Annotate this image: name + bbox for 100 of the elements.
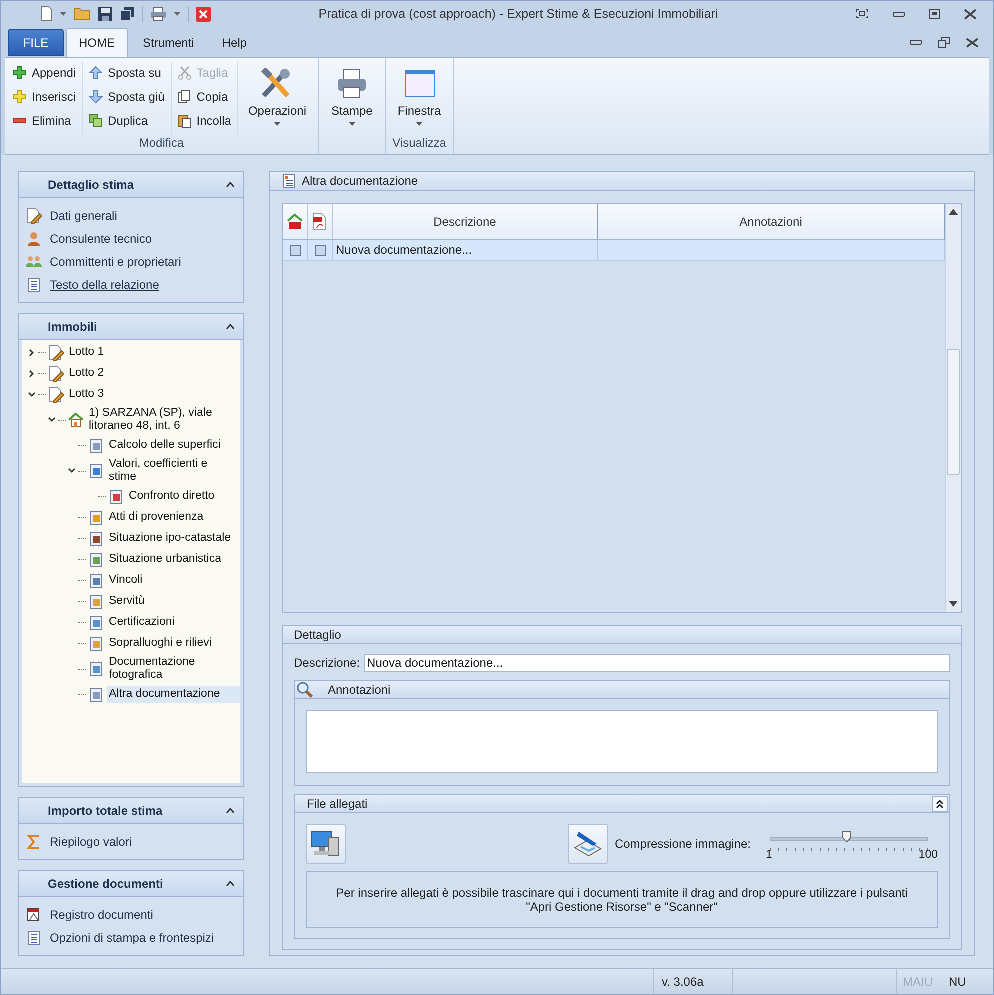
ribbon-button[interactable]: Sposta su (87, 62, 167, 84)
save-all-icon[interactable] (120, 6, 135, 22)
panel-title: Dettaglio (294, 628, 342, 642)
file-tab[interactable]: FILE (8, 29, 64, 56)
expander-chevron-icon[interactable] (48, 416, 56, 424)
expander-chevron-icon[interactable] (68, 467, 76, 475)
drop-zone[interactable]: Per inserire allegati è possibile trascinare qui i documenti tramite il drag and drop oppure utilizzare i pulsanti "Apri Gestione Risorse" e "Scanner" (306, 871, 938, 928)
tree-item[interactable]: Calcolo delle superfici (107, 437, 240, 454)
document-icon (88, 438, 104, 454)
tree-item[interactable]: Documentazione fotografica (107, 654, 240, 684)
person-icon (26, 231, 42, 247)
collapse-chevron-icon[interactable] (226, 880, 235, 886)
nav-link[interactable]: Riepilogo valori (26, 833, 132, 851)
expander-chevron-icon[interactable] (28, 348, 36, 356)
collapse-chevron-icon[interactable] (226, 808, 235, 814)
slider-min-label: 1 (766, 848, 772, 860)
printer-icon (336, 68, 368, 100)
tree-item[interactable]: 1) SARZANA (SP), viale litoraneo 48, int. 6 (87, 405, 240, 435)
pencil-document-icon (48, 366, 64, 382)
expander-chevron-icon[interactable] (28, 370, 36, 378)
document-icon (88, 510, 104, 526)
collapse-chevron-icon[interactable] (932, 796, 948, 812)
slider-max-label: 100 (918, 848, 938, 860)
ribbon-button[interactable]: Sposta giù (87, 86, 167, 108)
dropdown-caret-icon[interactable] (174, 12, 181, 16)
ribbon-large-button[interactable]: Operazioni (242, 62, 312, 136)
document-icon (88, 572, 104, 588)
tree-item[interactable]: Sopralluoghi e rilievi (107, 635, 240, 652)
scanner-button[interactable] (568, 824, 608, 864)
tree-item[interactable]: Atti di provenienza (107, 509, 240, 526)
dropdown-caret-icon (416, 122, 424, 126)
ribbon-large-button[interactable]: Stampe (325, 62, 379, 136)
tree-item[interactable]: Certificazioni (107, 614, 240, 631)
pdf-file-icon (312, 212, 328, 230)
window-icon (404, 68, 436, 100)
save-icon[interactable] (98, 6, 113, 22)
document-icon (88, 686, 104, 702)
close-icon[interactable] (196, 6, 211, 22)
minimize-icon[interactable] (910, 40, 922, 45)
pencil-icon (26, 208, 42, 224)
tree-item[interactable]: Valori, coefficienti e stime (107, 456, 240, 486)
tree-item[interactable]: Confronto diretto (127, 488, 240, 505)
nav-link[interactable]: Testo della relazione (26, 276, 160, 294)
nav-link[interactable]: Consulente tecnico (26, 230, 152, 248)
computer-button[interactable] (306, 824, 346, 864)
ribbon-button[interactable]: Inserisci (11, 86, 78, 108)
fullscreen-icon[interactable] (856, 9, 869, 19)
tree-item[interactable]: Servitù (107, 593, 240, 610)
new-document-icon[interactable] (41, 6, 53, 22)
nav-link[interactable]: Registro documenti (26, 906, 154, 924)
ribbon-button[interactable]: Elimina (11, 110, 78, 132)
maximize-icon[interactable] (929, 9, 940, 19)
ribbon-button[interactable]: Copia (176, 86, 234, 108)
slider-thumb[interactable] (842, 830, 852, 842)
panel-title: Importo totale stima (48, 804, 163, 818)
tree-item[interactable]: Vincoli (107, 572, 240, 589)
panel-title: Gestione documenti (48, 876, 164, 890)
collapse-chevron-icon[interactable] (226, 324, 235, 330)
panel-title: Dettaglio stima (48, 178, 134, 192)
dropdown-caret-icon (274, 122, 281, 126)
tree-item[interactable]: Situazione urbanistica (107, 551, 240, 568)
minimize-icon[interactable] (893, 12, 905, 16)
compression-slider[interactable]: 1 100 (766, 828, 938, 860)
ribbon-button[interactable]: Incolla (176, 110, 234, 132)
vertical-scrollbar[interactable] (945, 204, 961, 612)
ribbon-tab[interactable]: Strumenti (130, 29, 208, 57)
nav-link[interactable]: Committenti e proprietari (26, 253, 182, 271)
panel-title: File allegati (307, 796, 368, 810)
ribbon-large-button[interactable]: Finestra (392, 62, 448, 136)
scroll-down-arrow-icon[interactable] (949, 601, 958, 607)
tree-item[interactable]: Situazione ipo-catastale (107, 530, 240, 547)
checkbox[interactable] (314, 244, 326, 256)
scroll-up-arrow-icon[interactable] (949, 209, 958, 215)
column-header[interactable]: Descrizione (333, 204, 598, 239)
checkbox[interactable] (290, 244, 300, 256)
tree-item[interactable]: Lotto 3 (67, 386, 240, 403)
document-icon (88, 614, 104, 630)
nav-link[interactable]: Opzioni di stampa e frontespizi (26, 929, 214, 947)
document-icon (88, 661, 104, 677)
printer-icon[interactable] (150, 6, 167, 22)
close-icon[interactable] (964, 8, 977, 20)
ribbon-button[interactable]: Appendi (11, 62, 78, 84)
nav-link[interactable]: Dati generali (26, 207, 118, 225)
collapse-chevron-icon[interactable] (226, 182, 235, 188)
dropdown-caret-icon[interactable] (60, 12, 67, 16)
ribbon-tab[interactable]: HOME (66, 28, 128, 58)
tree-item[interactable]: Altra documentazione (107, 686, 240, 703)
close-icon[interactable] (966, 38, 979, 48)
table-row[interactable]: Nuova documentazione... (283, 240, 945, 261)
scissors-icon (178, 66, 192, 80)
computer-icon (311, 830, 341, 858)
tree-item[interactable]: Lotto 2 (67, 365, 240, 382)
notes-field[interactable] (306, 710, 938, 773)
tree-item[interactable]: Lotto 1 (67, 344, 240, 361)
expander-chevron-icon[interactable] (28, 390, 36, 398)
description-field[interactable]: Nuova documentazione... (364, 654, 950, 672)
key-indicator: MAIU (902, 974, 934, 990)
ribbon-button[interactable]: Duplica (87, 110, 167, 132)
restore-icon[interactable] (938, 37, 950, 48)
ribbon-tab[interactable]: Help (209, 29, 260, 57)
